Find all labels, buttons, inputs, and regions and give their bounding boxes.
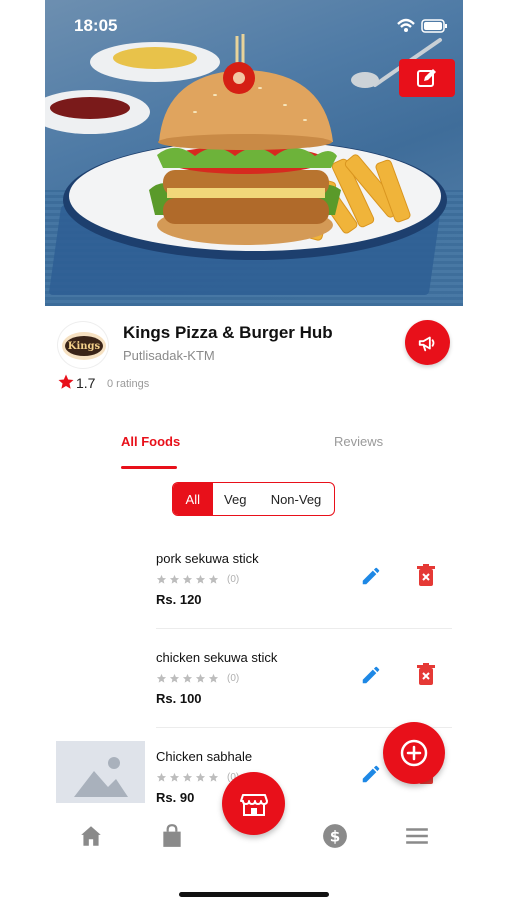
add-food-button[interactable] <box>383 722 445 784</box>
food-name: Chicken sabhale <box>156 749 253 764</box>
svg-text:$: $ <box>330 827 341 845</box>
star-icon <box>208 772 219 782</box>
star-icon <box>208 574 219 584</box>
edit-cover-button[interactable] <box>399 59 455 97</box>
food-rating: (0) <box>156 772 239 783</box>
food-type-filter: All Veg Non-Veg <box>172 482 335 516</box>
edit-pencil-icon[interactable] <box>360 763 382 785</box>
megaphone-icon <box>418 336 434 351</box>
star-icon <box>169 574 180 584</box>
add-circle-icon <box>400 739 428 767</box>
edit-icon <box>417 69 436 87</box>
food-rating: (0) <box>156 574 239 585</box>
star-icon <box>156 772 167 782</box>
status-icons <box>397 18 447 33</box>
divider <box>156 628 452 629</box>
star-icon <box>156 673 167 683</box>
food-rating-count: (0) <box>227 673 240 684</box>
food-rating-count: (0) <box>227 574 240 585</box>
logo-text: Kings <box>68 341 101 352</box>
edit-pencil-icon[interactable] <box>360 664 382 686</box>
promote-button[interactable] <box>405 320 450 365</box>
star-icon <box>169 772 180 782</box>
delete-icon[interactable] <box>416 663 436 687</box>
food-rating: (0) <box>156 673 239 684</box>
star-icon <box>169 673 180 683</box>
rating-value: 1.7 <box>76 375 96 391</box>
edit-pencil-icon[interactable] <box>360 565 382 587</box>
active-tab-indicator <box>121 466 177 469</box>
filter-veg[interactable]: Veg <box>213 483 258 515</box>
bag-icon[interactable] <box>159 823 185 849</box>
filter-non-veg[interactable]: Non-Veg <box>258 483 334 515</box>
store-button[interactable] <box>222 772 285 835</box>
store-logo: Kings <box>57 321 109 369</box>
delete-icon[interactable] <box>416 564 436 588</box>
food-price: Rs. 100 <box>156 691 202 706</box>
food-name: chicken sekuwa stick <box>156 650 278 665</box>
status-time: 18:05 <box>74 16 118 35</box>
star-icon <box>182 574 193 584</box>
star-icon <box>182 673 193 683</box>
food-item[interactable]: pork sekuwa stick (0) Rs. 120 <box>0 551 507 651</box>
tab-all-foods[interactable]: All Foods <box>121 434 180 449</box>
hero-image <box>45 0 463 306</box>
star-icon <box>195 772 206 782</box>
home-icon[interactable] <box>78 823 104 849</box>
filter-all[interactable]: All <box>173 483 213 515</box>
dollar-icon[interactable]: $ <box>322 823 348 849</box>
ratings-count: 0 ratings <box>107 378 150 390</box>
food-price: Rs. 120 <box>156 592 202 607</box>
store-icon <box>239 793 268 816</box>
tab-reviews[interactable]: Reviews <box>334 434 383 449</box>
star-icon <box>208 673 219 683</box>
star-icon <box>182 772 193 782</box>
food-name: pork sekuwa stick <box>156 551 259 566</box>
burger-photo <box>45 34 447 260</box>
home-indicator <box>179 892 329 897</box>
star-icon <box>156 574 167 584</box>
store-name: Kings Pizza & Burger Hub <box>123 323 333 342</box>
star-icon <box>195 574 206 584</box>
menu-icon[interactable] <box>404 823 430 849</box>
store-location: Putlisadak-KTM <box>123 348 215 363</box>
star-icon <box>195 673 206 683</box>
star-icon <box>58 374 74 389</box>
